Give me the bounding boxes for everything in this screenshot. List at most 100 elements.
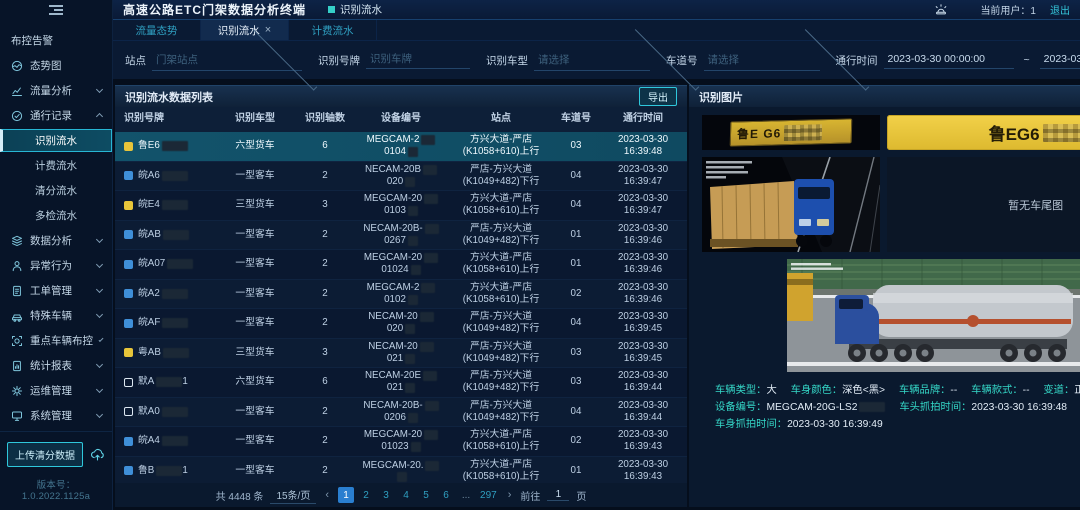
station-select[interactable]: 门架站点 bbox=[152, 50, 302, 71]
sidebar-item[interactable]: 运维管理 bbox=[0, 378, 112, 403]
page-number[interactable]: 4 bbox=[398, 487, 414, 503]
page-number[interactable]: 3 bbox=[378, 487, 394, 503]
sidebar-item-label: 工单管理 bbox=[30, 283, 72, 298]
export-button[interactable]: 导出 bbox=[639, 87, 677, 106]
front-capture-time-label: 车头抓拍时间： bbox=[899, 402, 971, 413]
plate-input[interactable] bbox=[370, 53, 470, 65]
station-cell: 严店-方兴大道(K1049+482)下行 bbox=[449, 370, 553, 394]
sidebar-item[interactable]: 异常行为 bbox=[0, 253, 112, 278]
table-row[interactable]: 鲁E6六型货车6MEGCAM-20104方兴大道-严店(K1058+610)上行… bbox=[115, 132, 687, 162]
table-row[interactable]: 皖A4一型客车2MEGCAM-2001023方兴大道-严店(K1058+610)… bbox=[115, 427, 687, 457]
sidebar-item[interactable]: 重点车辆布控 bbox=[0, 328, 112, 353]
table-row[interactable]: 皖AB一型客车2NECAM-20B-0267严店-方兴大道(K1049+482)… bbox=[115, 221, 687, 251]
table-row[interactable]: 粤AB三型货车3NECAM-20021严店-方兴大道(K1049+482)下行0… bbox=[115, 339, 687, 369]
time-cell: 2023-03-30 16:39:43 bbox=[599, 429, 687, 453]
lane-change-label: 变道： bbox=[1043, 385, 1074, 396]
plate-cell: 鲁B1 bbox=[115, 465, 213, 477]
table-row[interactable]: 皖A07一型客车2MEGCAM-2001024方兴大道-严店(K1058+610… bbox=[115, 250, 687, 280]
table-row[interactable]: 皖A6一型客车2NECAM-20B020严店-方兴大道(K1049+482)下行… bbox=[115, 162, 687, 192]
chevron-down-icon bbox=[99, 337, 104, 342]
sidebar-item[interactable]: 布控告警 bbox=[0, 28, 112, 53]
time-from-input[interactable] bbox=[888, 53, 988, 65]
plate-photo[interactable]: 鲁E G6 bbox=[702, 115, 880, 150]
chevron-down-icon bbox=[96, 361, 103, 368]
sidebar-item[interactable]: 数据分析 bbox=[0, 228, 112, 253]
page-number[interactable]: 297 bbox=[478, 487, 499, 503]
vehicle-type-cell: 三型货车 bbox=[213, 347, 297, 359]
top-bar: 高速公路ETC门架数据分析终端 识别流水 当前用户：1 退出 bbox=[113, 0, 1080, 20]
redacted-text bbox=[420, 342, 434, 352]
sidebar-subitem[interactable]: 清分流水 bbox=[0, 178, 112, 203]
table-row[interactable]: 皖AF一型客车2NECAM-20020严店-方兴大道(K1049+482)下行0… bbox=[115, 309, 687, 339]
upload-cloud-icon[interactable] bbox=[90, 447, 105, 462]
redacted-text bbox=[162, 141, 188, 151]
tab-item[interactable]: 计费流水 bbox=[289, 20, 377, 40]
redacted-text bbox=[411, 442, 421, 452]
table-row[interactable]: 皖E4三型货车3MEGCAM-200103方兴大道-严店(K1058+610)上… bbox=[115, 191, 687, 221]
sidebar-subitem[interactable]: 计费流水 bbox=[0, 153, 112, 178]
page-number[interactable]: 6 bbox=[438, 487, 454, 503]
plate-cell: 皖AF bbox=[115, 317, 213, 329]
redacted-text bbox=[162, 436, 188, 446]
sidebar-item[interactable]: 系统管理 bbox=[0, 403, 112, 428]
column-header: 车道号 bbox=[553, 113, 599, 126]
close-icon[interactable]: × bbox=[265, 25, 271, 36]
vehicle-type-cell: 一型客车 bbox=[213, 406, 297, 418]
logout-link[interactable]: 退出 bbox=[1050, 2, 1070, 17]
sidebar-subitem[interactable]: 识别流水 bbox=[0, 129, 112, 152]
plate-color-chip bbox=[124, 171, 133, 180]
page-number[interactable]: 2 bbox=[358, 487, 374, 503]
sidebar-item[interactable]: 流量分析 bbox=[0, 78, 112, 103]
plate-color-chip bbox=[124, 348, 133, 357]
table-row[interactable]: 默A1六型货车6NECAM-20E021严店-方兴大道(K1049+482)下行… bbox=[115, 368, 687, 398]
sidebar-subitem[interactable]: 多检流水 bbox=[0, 203, 112, 228]
station-cell: 方兴大道-严店(K1058+610)上行 bbox=[449, 134, 553, 158]
sidebar-item-label: 统计报表 bbox=[30, 358, 72, 373]
lane-cell: 04 bbox=[553, 317, 599, 329]
vehicle-front-photo[interactable] bbox=[702, 157, 880, 252]
front-capture-time-value: 2023-03-30 16:39:48 bbox=[971, 402, 1067, 413]
axle-count-cell: 6 bbox=[297, 140, 353, 152]
sidebar-item[interactable]: 态势图 bbox=[0, 53, 112, 78]
no-rear-image-placeholder: 暂无车尾图 bbox=[887, 157, 1080, 252]
sidebar-item[interactable]: 工单管理 bbox=[0, 278, 112, 303]
menu-collapse-icon[interactable] bbox=[49, 5, 63, 15]
station-cell: 方兴大道-严店(K1058+610)上行 bbox=[449, 193, 553, 217]
tab-item[interactable]: 流量态势 bbox=[113, 20, 201, 40]
sidebar-item[interactable]: 特殊车辆 bbox=[0, 303, 112, 328]
lane-change-value: 正常 bbox=[1074, 385, 1080, 396]
body-capture-time-value: 2023-03-30 16:39:49 bbox=[787, 419, 883, 430]
redacted-text bbox=[420, 312, 434, 322]
plate-cell: 默A1 bbox=[115, 376, 213, 388]
vehicle-side-photo[interactable] bbox=[787, 259, 1080, 372]
plate-color-chip bbox=[124, 407, 133, 416]
page-number[interactable]: 5 bbox=[418, 487, 434, 503]
alarm-siren-icon[interactable] bbox=[934, 3, 948, 17]
plate-cell: 皖A4 bbox=[115, 435, 213, 447]
redacted-text bbox=[408, 206, 418, 216]
sidebar-item[interactable]: 统计报表 bbox=[0, 353, 112, 378]
vehicle-type-select[interactable]: 请选择 bbox=[534, 50, 650, 71]
next-page-arrow[interactable]: › bbox=[506, 489, 514, 501]
tab-active[interactable]: 识别流水× bbox=[201, 20, 289, 40]
sidebar-nav: 布控告警态势图流量分析通行记录识别流水计费流水清分流水多检流水数据分析异常行为工… bbox=[0, 20, 112, 431]
table-body: 鲁E6六型货车6MEGCAM-20104方兴大道-严店(K1058+610)上行… bbox=[115, 132, 687, 483]
device-number-cell: NECAM-20020 bbox=[353, 311, 449, 335]
station-cell: 严店-方兴大道(K1049+482)下行 bbox=[449, 223, 553, 247]
table-row[interactable]: 鲁B1一型客车2MEGCAM-20.方兴大道-严店(K1058+610)上行01… bbox=[115, 457, 687, 484]
upload-clearing-data-button[interactable]: 上传清分数据 bbox=[7, 442, 83, 467]
per-page-select[interactable]: 15条/页 bbox=[270, 487, 316, 504]
app-title: 高速公路ETC门架数据分析终端 bbox=[123, 1, 306, 18]
goto-page-input[interactable] bbox=[547, 489, 569, 501]
table-row[interactable]: 皖A2一型客车2MEGCAM-20102方兴大道-严店(K1058+610)上行… bbox=[115, 280, 687, 310]
prev-page-arrow[interactable]: ‹ bbox=[323, 489, 331, 501]
table-row[interactable]: 默A0一型客车2NECAM-20B-0206严店-方兴大道(K1049+482)… bbox=[115, 398, 687, 428]
lane-cell: 02 bbox=[553, 288, 599, 300]
time-to-input[interactable] bbox=[1044, 53, 1080, 65]
redacted-text bbox=[162, 200, 188, 210]
sidebar-item[interactable]: 通行记录 bbox=[0, 103, 112, 128]
page-number[interactable]: 1 bbox=[338, 487, 354, 503]
device-number-cell: MEGCAM-20104 bbox=[353, 134, 449, 158]
column-header: 设备编号 bbox=[353, 113, 449, 126]
lane-select[interactable]: 请选择 bbox=[704, 50, 820, 71]
